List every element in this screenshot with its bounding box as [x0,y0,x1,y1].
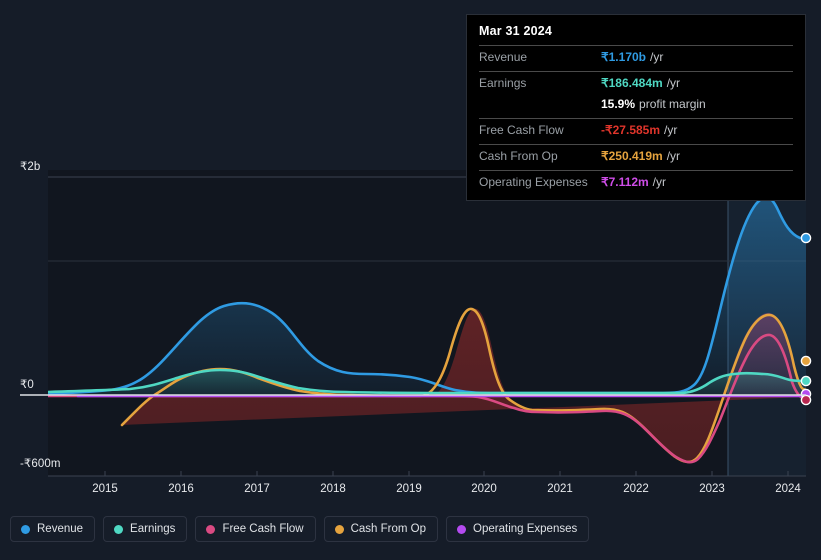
tooltip-unit-cash-from-op: /yr [666,149,681,163]
legend-label-free-cash-flow: Free Cash Flow [222,523,304,535]
y-axis-label-top: ₹2b [20,161,41,173]
x-axis-tick-2018: 2018 [320,483,346,495]
legend-item-revenue[interactable]: Revenue [10,516,96,542]
chart-tooltip: Mar 31 2024 Revenue ₹1.170b /yr Earnings… [466,14,806,201]
legend-item-operating-expenses[interactable]: Operating Expenses [446,516,590,542]
tooltip-row-cash-from-op: Cash From Op ₹250.419m /yr [479,144,793,170]
tooltip-label-operating-expenses: Operating Expenses [479,175,588,189]
legend-dot-operating-expenses-icon [457,524,467,534]
legend-item-free-cash-flow[interactable]: Free Cash Flow [195,516,316,542]
tooltip-value-earnings: ₹186.484m [601,76,663,90]
tooltip-unit-profit-margin: profit margin [639,97,706,111]
tooltip-unit-free-cash-flow: /yr [664,123,678,137]
x-axis-tick-2017: 2017 [244,483,270,495]
tooltip-value-operating-expenses: ₹7.112m [601,175,649,189]
tooltip-label-revenue: Revenue [479,50,528,64]
tooltip-unit-operating-expenses: /yr [652,175,667,189]
revenue-endpoint-marker[interactable] [800,232,812,244]
free-cash-flow-endpoint-marker[interactable] [800,394,812,406]
earnings-endpoint-marker[interactable] [800,375,812,387]
legend-item-cash-from-op[interactable]: Cash From Op [323,516,439,542]
tooltip-label-earnings: Earnings [479,76,527,90]
tooltip-date: Mar 31 2024 [479,24,553,38]
legend-label-earnings: Earnings [130,523,176,535]
tooltip-unit-earnings: /yr [666,76,681,90]
legend-dot-revenue-icon [21,524,30,534]
legend-item-earnings[interactable]: Earnings [103,516,188,542]
tooltip-value-free-cash-flow: -₹27.585m [601,123,661,137]
x-axis-tick-2023: 2023 [699,483,725,495]
x-axis-tick-2015: 2015 [92,483,118,495]
chart-legend: Revenue Earnings Free Cash Flow Cash Fro… [10,516,590,542]
y-axis-label-bottom: -₹600m [20,458,61,470]
legend-dot-free-cash-flow-icon [206,524,216,534]
legend-dot-earnings-icon [114,524,124,534]
tooltip-value-profit-margin: 15.9% [601,97,636,111]
financial-chart-widget: ₹2b ₹0 -₹600m 2015 2016 2017 2018 2019 2… [0,0,821,560]
tooltip-label-cash-from-op: Cash From Op [479,149,558,163]
y-axis-label-zero: ₹0 [20,379,34,391]
cash-from-op-endpoint-marker[interactable] [800,355,812,367]
legend-label-operating-expenses: Operating Expenses [473,523,578,535]
tooltip-unit-revenue: /yr [650,50,664,64]
tooltip-row-revenue: Revenue ₹1.170b /yr [479,45,793,71]
tooltip-value-revenue: ₹1.170b [601,50,646,64]
legend-label-revenue: Revenue [37,523,84,535]
tooltip-label-free-cash-flow: Free Cash Flow [479,123,564,137]
x-axis-tick-2016: 2016 [168,483,194,495]
legend-label-cash-from-op: Cash From Op [350,523,427,535]
tooltip-row-free-cash-flow: Free Cash Flow -₹27.585m /yr [479,118,793,144]
tooltip-row-earnings: Earnings ₹186.484m /yr [479,71,793,97]
x-axis-tick-2024: 2024 [775,483,801,495]
tooltip-row-profit-margin: 15.9% profit margin [479,97,793,118]
x-axis-tick-2021: 2021 [547,483,573,495]
legend-dot-cash-from-op-icon [334,524,344,534]
tooltip-value-cash-from-op: ₹250.419m [601,149,663,163]
x-axis-tick-2020: 2020 [471,483,497,495]
x-axis-tick-2019: 2019 [396,483,422,495]
tooltip-row-operating-expenses: Operating Expenses ₹7.112m /yr [479,170,793,196]
x-axis-tick-2022: 2022 [623,483,649,495]
